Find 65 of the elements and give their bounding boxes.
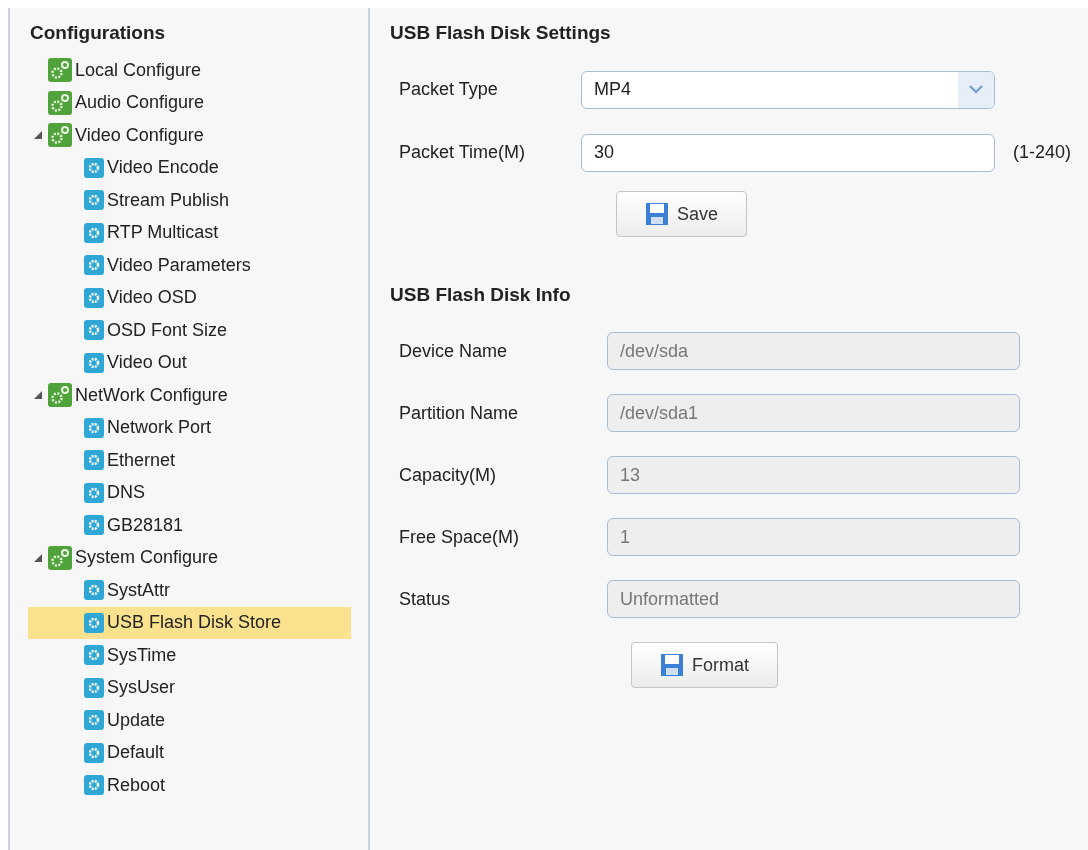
tree-item[interactable]: System Configure [28,541,351,574]
tree-item[interactable]: USB Flash Disk Store [28,606,351,639]
tree-item[interactable]: DNS [28,476,351,509]
gear-icon [84,157,104,178]
tree-item[interactable]: Video OSD [28,281,351,314]
chevron-down-icon [969,85,983,94]
gear-icon [84,645,104,666]
gears-icon [48,90,72,115]
range-hint: (1-240) [1013,142,1072,163]
gear-icon [84,190,104,211]
tree-item[interactable]: SysUser [28,671,351,704]
tree-item[interactable]: OSD Font Size [28,314,351,347]
gear-icon [84,417,104,438]
gear-icon [84,677,104,698]
gear-icon [84,320,104,341]
gears-icon [48,58,72,83]
tree-item[interactable]: Local Configure [28,54,351,87]
tree-item[interactable]: Video Parameters [28,249,351,282]
tree-item[interactable]: Video Encode [28,151,351,184]
gear-icon [84,710,104,731]
tree-item[interactable]: SystAttr [28,574,351,607]
field-label: Partition Name [398,402,520,424]
field-label: Status [398,588,452,610]
gear-icon [84,742,104,763]
field-label: Packet Type [398,79,499,100]
tree-item[interactable]: Video Out [28,346,351,379]
field-label: Capacity(M) [398,464,497,486]
tree-item[interactable]: Video Configure [28,119,351,152]
tree-item[interactable]: RTP Multicast [28,216,351,249]
tree-item[interactable]: Network Port [28,411,351,444]
expanded-triangle-icon[interactable] [34,131,42,140]
format-button[interactable]: Format [631,642,778,688]
gears-icon [48,383,72,408]
tree-item[interactable]: Ethernet [28,444,351,477]
gear-icon [84,222,104,243]
section-title: USB Flash Disk Settings [390,22,612,44]
gears-icon [48,123,72,148]
input-field[interactable]: 30 [581,133,995,172]
gear-icon [84,612,104,633]
tree-item[interactable]: Audio Configure [28,86,351,119]
gear-icon [84,580,104,601]
section-title: USB Flash Disk Info [390,284,572,306]
expanded-triangle-icon[interactable] [34,391,42,400]
field-label: Free Space(M) [398,526,521,548]
gear-icon [84,287,104,308]
gear-icon [84,515,104,536]
packet-type-select[interactable]: MP4 [581,70,995,109]
tree-item[interactable]: NetWork Configure [28,379,351,412]
field-label: Packet Time(M) [398,142,527,163]
tree-item[interactable]: SysTime [28,639,351,672]
tree-item[interactable]: Stream Publish [28,184,351,217]
expanded-triangle-icon[interactable] [34,553,42,562]
gear-icon [84,482,104,503]
gears-icon [48,545,72,570]
tree-item[interactable]: Reboot [28,769,351,802]
field-label: Device Name [398,340,509,362]
gear-icon [84,775,104,796]
tree-item[interactable]: Update [28,704,351,737]
tree-item[interactable]: Default [28,736,351,769]
save-button[interactable]: Save [616,191,748,237]
gear-icon [84,255,104,276]
tree-item[interactable]: GB28181 [28,509,351,542]
gear-icon [84,352,104,373]
gear-icon [84,450,104,471]
sidebar-title: Configurations [30,22,167,44]
